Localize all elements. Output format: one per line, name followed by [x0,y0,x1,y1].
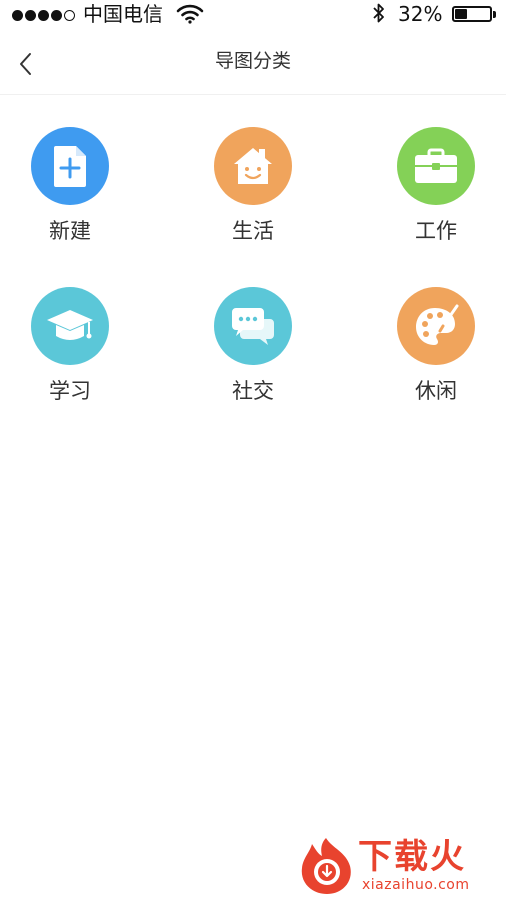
watermark-url: xiazaihuo.com [362,877,470,893]
navigation-bar: 导图分类 [0,28,506,95]
briefcase-icon [397,127,475,205]
category-label: 新建 [49,219,91,243]
category-new[interactable]: 新建 [10,127,130,257]
category-label: 休闲 [415,379,457,403]
category-social[interactable]: 社交 [193,287,313,417]
signal-strength-icon [12,9,75,21]
category-label: 学习 [49,379,91,403]
category-label: 生活 [232,219,274,243]
carrier-name: 中国电信 [83,2,163,26]
wifi-icon [176,4,204,24]
new-document-icon [31,127,109,205]
page-title: 导图分类 [214,50,291,72]
battery-icon [452,6,492,22]
palette-icon [397,287,475,365]
flame-logo-icon [301,838,351,894]
battery-level-fill [455,9,467,19]
watermark-logo: 下载火 xiazaihuo.com [296,834,502,896]
category-leisure[interactable]: 休闲 [376,287,496,417]
graduation-cap-icon [31,287,109,365]
battery-percentage: 32% [398,2,443,26]
category-study[interactable]: 学习 [10,287,130,417]
battery-cap [493,11,496,18]
category-label: 社交 [232,379,274,403]
category-work[interactable]: 工作 [376,127,496,257]
bluetooth-icon [373,3,384,23]
category-label: 工作 [415,219,457,243]
category-life[interactable]: 生活 [193,127,313,257]
status-bar: 中国电信 32% [0,0,506,28]
watermark-text: 下载火 [358,837,466,877]
chat-bubbles-icon [214,287,292,365]
house-icon [214,127,292,205]
